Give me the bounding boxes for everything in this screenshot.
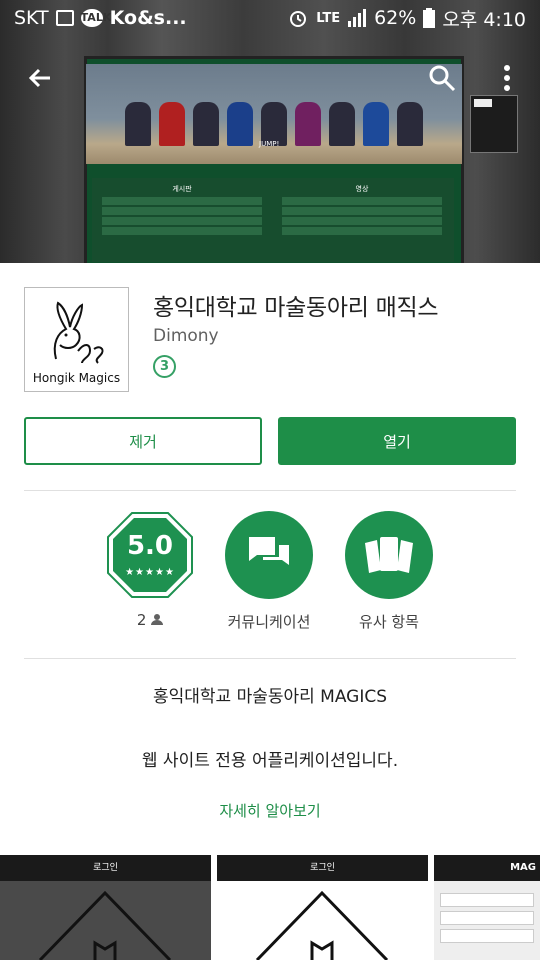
website-board: 게시판 영상 <box>92 178 454 262</box>
more-vert-icon <box>504 65 510 91</box>
similar-cards-icon <box>365 537 413 573</box>
app-icon-caption: Hongik Magics <box>32 371 121 385</box>
app-title: 홍익대학교 마술동아리 매직스 <box>153 295 439 321</box>
screenshot-carousel[interactable]: 로그인 로그인 MAG <box>0 855 540 960</box>
similar-apps-badge <box>345 511 433 599</box>
rating-badge: 5.0 ★★★★★ <box>106 511 194 599</box>
screenshot-thumbnail[interactable]: 로그인 <box>217 855 428 960</box>
app-icon: Hongik Magics <box>24 287 129 392</box>
search-button[interactable] <box>422 58 462 98</box>
signal-strength-icon <box>348 9 367 27</box>
clock: 오후 4:10 <box>442 8 526 31</box>
house-logo-image <box>38 890 172 960</box>
board-right-column: 영상 <box>282 184 442 237</box>
screenshot-thumbnail[interactable]: MAG <box>434 855 540 960</box>
talk-notification-icon: TALK <box>80 9 111 27</box>
board-left-column: 게시판 <box>102 184 262 237</box>
board-right-heading: 영상 <box>355 185 369 193</box>
rating-summary[interactable]: 5.0 ★★★★★ 2 <box>90 511 210 629</box>
board-left-heading: 게시판 <box>172 185 192 193</box>
screenshot-header: 로그인 <box>217 855 428 881</box>
gallery-notification-icon <box>55 10 74 26</box>
battery-icon <box>423 8 436 28</box>
back-button[interactable] <box>20 58 60 98</box>
notification-text: Ko&s... <box>109 7 187 29</box>
review-count: 2 <box>136 611 147 629</box>
network-type-label: LTE <box>316 10 341 26</box>
open-button[interactable]: 열기 <box>278 417 516 465</box>
description-line-2: 웹 사이트 전용 어플리케이션입니다. <box>141 751 399 771</box>
house-logo-image <box>255 890 389 960</box>
description-line-1: 홍익대학교 마술동아리 MAGICS <box>152 687 388 707</box>
back-arrow-icon <box>28 68 50 88</box>
read-more-link[interactable]: 자세히 알아보기 <box>0 800 540 821</box>
carrier-label: SKT <box>14 7 49 29</box>
jumping-people-illustration <box>125 86 425 146</box>
battery-percent: 62% <box>374 7 417 29</box>
chat-bubbles-icon <box>249 537 289 565</box>
content-rating-badge[interactable]: 3 <box>153 355 176 378</box>
rabbit-logo-icon <box>53 301 103 364</box>
screenshot-thumbnail[interactable]: 로그인 <box>0 855 211 960</box>
feature-graphic: JUMP! 게시판 영상 <box>0 0 540 263</box>
screenshot-header: MAG <box>434 855 540 881</box>
developer-name[interactable]: Dimony <box>153 326 219 346</box>
search-icon <box>429 65 456 92</box>
status-bar: SKT TALK Ko&s... LTE 62% 오후 4:10 <box>0 0 540 36</box>
overflow-menu-button[interactable] <box>487 58 527 98</box>
category-button[interactable]: 커뮤니케이션 <box>209 511 329 632</box>
similar-apps-label: 유사 항목 <box>359 613 419 631</box>
screenshot-header: 로그인 <box>0 855 211 881</box>
alarm-icon <box>290 11 307 27</box>
person-icon <box>151 614 164 625</box>
category-badge <box>225 511 313 599</box>
banner-caption: JUMP! <box>259 140 280 148</box>
category-label: 커뮤니케이션 <box>227 613 311 631</box>
website-side-popup <box>470 95 518 153</box>
divider <box>24 658 516 659</box>
similar-apps-button[interactable]: 유사 항목 <box>329 511 449 632</box>
rating-stars: ★★★★★ <box>125 567 175 578</box>
rating-value: 5.0 <box>126 531 174 561</box>
review-count-row: 2 <box>90 611 210 629</box>
uninstall-button[interactable]: 제거 <box>24 417 262 465</box>
divider <box>24 490 516 491</box>
